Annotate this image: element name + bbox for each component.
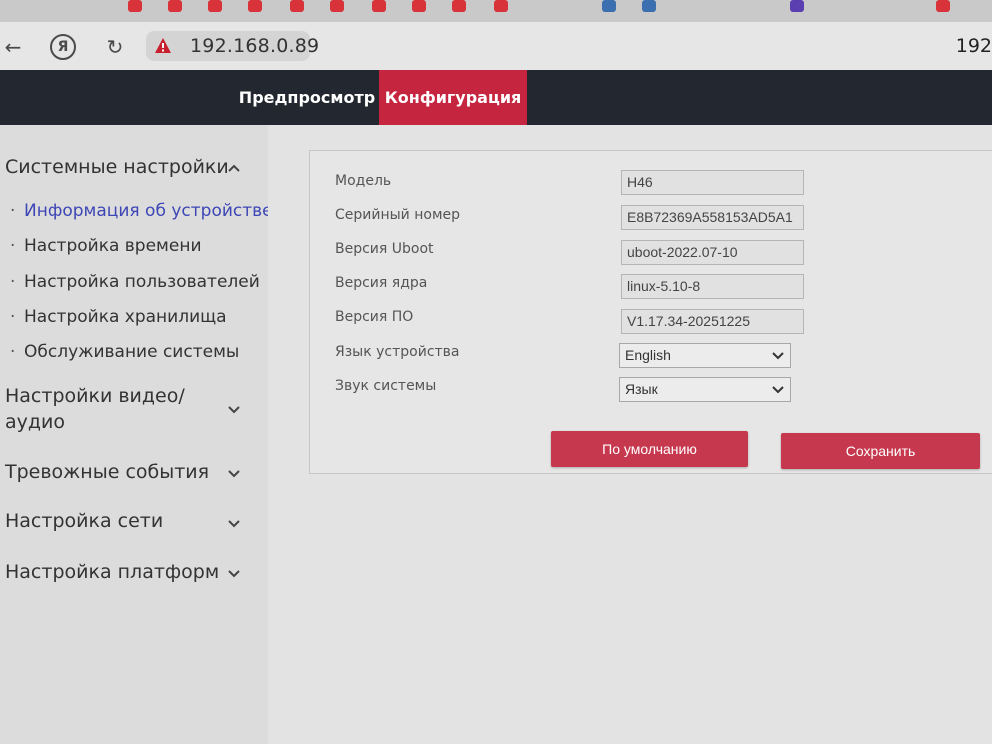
tab-favicon[interactable] xyxy=(790,0,804,12)
chevron-down-icon xyxy=(772,352,784,360)
chevron-down-icon[interactable] xyxy=(226,565,242,581)
model-label: Модель xyxy=(335,173,392,189)
uboot-label: Версия Uboot xyxy=(335,241,434,257)
chevron-down-icon[interactable] xyxy=(226,465,242,481)
sidebar-section-alarms[interactable]: Тревожные события xyxy=(5,461,209,483)
kernel-field: linux-5.10-8 xyxy=(621,274,804,299)
sidebar-section-video-audio[interactable]: Настройки видео/ аудио xyxy=(5,383,185,435)
tab-preview[interactable]: Предпросмотр xyxy=(236,70,378,125)
language-label: Язык устройства xyxy=(335,344,460,360)
chevron-down-icon[interactable] xyxy=(226,515,242,531)
kernel-label: Версия ядра xyxy=(335,275,428,291)
tab-favicon[interactable] xyxy=(602,0,616,12)
language-select-value: English xyxy=(625,347,671,363)
sound-label: Звук системы xyxy=(335,378,437,394)
sidebar-section-label: Системные настройки xyxy=(5,156,229,178)
sidebar-section-network[interactable]: Настройка сети xyxy=(5,510,163,532)
app-header: Предпросмотр Конфигурация xyxy=(0,70,992,125)
save-button-label: Сохранить xyxy=(845,443,916,459)
chevron-down-icon[interactable] xyxy=(226,401,242,417)
default-button[interactable]: По умолчанию xyxy=(551,431,748,467)
chevron-down-icon xyxy=(772,386,784,394)
bullet: · xyxy=(10,307,16,327)
sidebar-item-storage[interactable]: · Настройка хранилища xyxy=(10,307,227,327)
tab-favicon[interactable] xyxy=(642,0,656,12)
bullet: · xyxy=(10,236,16,256)
tab-favicon[interactable] xyxy=(494,0,508,12)
main-content: Модель H46 Серийный номер E8B72369A55815… xyxy=(268,125,992,744)
tab-favicon[interactable] xyxy=(208,0,222,12)
serial-label: Серийный номер xyxy=(335,207,461,223)
save-button[interactable]: Сохранить xyxy=(781,433,980,469)
sidebar-section-label: Настройки видео/ xyxy=(5,385,185,407)
tab-favicon[interactable] xyxy=(290,0,304,12)
chevron-up-icon[interactable] xyxy=(226,160,242,176)
sidebar-section-label: Тревожные события xyxy=(5,461,210,483)
yandex-icon[interactable]: Я xyxy=(50,34,76,60)
tab-favicon[interactable] xyxy=(372,0,386,12)
bullet: · xyxy=(10,342,16,362)
back-arrow-icon[interactable]: ← xyxy=(0,34,26,60)
sidebar-section-label: Настройка платформ xyxy=(5,561,220,583)
url-field[interactable]: 192.168.0.89 xyxy=(146,31,319,61)
sidebar-item-time[interactable]: · Настройка времени xyxy=(10,236,202,256)
bullet: · xyxy=(10,272,16,292)
sidebar-section-label: Настройка сети xyxy=(5,510,164,532)
sidebar-item-label: Настройка хранилища xyxy=(24,307,227,327)
sidebar-item-label: Настройка пользователей xyxy=(24,272,260,292)
serial-field: E8B72369A558153AD5A1 xyxy=(621,205,804,230)
sound-select-value: Язык xyxy=(625,381,658,397)
tab-preview-label: Предпросмотр xyxy=(238,88,376,107)
sidebar-section-label: аудио xyxy=(5,411,65,433)
tab-configuration[interactable]: Конфигурация xyxy=(379,70,527,125)
sidebar-item-label: Информация об устройстве xyxy=(24,201,273,221)
uboot-field: uboot-2022.07-10 xyxy=(621,240,804,265)
bullet: · xyxy=(10,201,16,221)
sidebar-item-device-info[interactable]: · Информация об устройстве xyxy=(10,201,273,221)
tab-favicon[interactable] xyxy=(168,0,182,12)
sidebar-section-platform[interactable]: Настройка платформ xyxy=(5,561,219,583)
sidebar: Системные настройки · Информация об устро… xyxy=(0,125,273,744)
browser-tab-strip xyxy=(0,0,992,22)
tab-favicon[interactable] xyxy=(248,0,262,12)
sidebar-section-system[interactable]: Системные настройки xyxy=(5,156,229,178)
firmware-field: V1.17.34-20251225 xyxy=(621,309,804,334)
model-field: H46 xyxy=(621,170,804,195)
tab-favicon[interactable] xyxy=(452,0,466,12)
tab-configuration-label: Конфигурация xyxy=(384,88,522,107)
sidebar-item-maintenance[interactable]: · Обслуживание системы xyxy=(10,342,239,362)
firmware-label: Версия ПО xyxy=(335,309,414,325)
tab-favicon[interactable] xyxy=(330,0,344,12)
url-text: 192.168.0.89 xyxy=(190,35,320,57)
browser-address-bar: ← Я ↻ 192.168.0.89 192 xyxy=(0,22,992,70)
url-text-right: 192 xyxy=(955,35,992,57)
language-select[interactable]: English xyxy=(619,343,791,368)
sound-select[interactable]: Язык xyxy=(619,377,791,402)
device-info-panel: Модель H46 Серийный номер E8B72369A55815… xyxy=(309,150,992,474)
warning-icon xyxy=(155,38,171,53)
tab-favicon[interactable] xyxy=(412,0,426,12)
sidebar-item-label: Настройка времени xyxy=(24,236,202,256)
sidebar-item-label: Обслуживание системы xyxy=(24,342,240,362)
reload-icon[interactable]: ↻ xyxy=(102,34,128,60)
tab-favicon[interactable] xyxy=(936,0,950,12)
sidebar-item-users[interactable]: · Настройка пользователей xyxy=(10,272,260,292)
tab-favicon[interactable] xyxy=(128,0,142,12)
default-button-label: По умолчанию xyxy=(602,441,697,457)
